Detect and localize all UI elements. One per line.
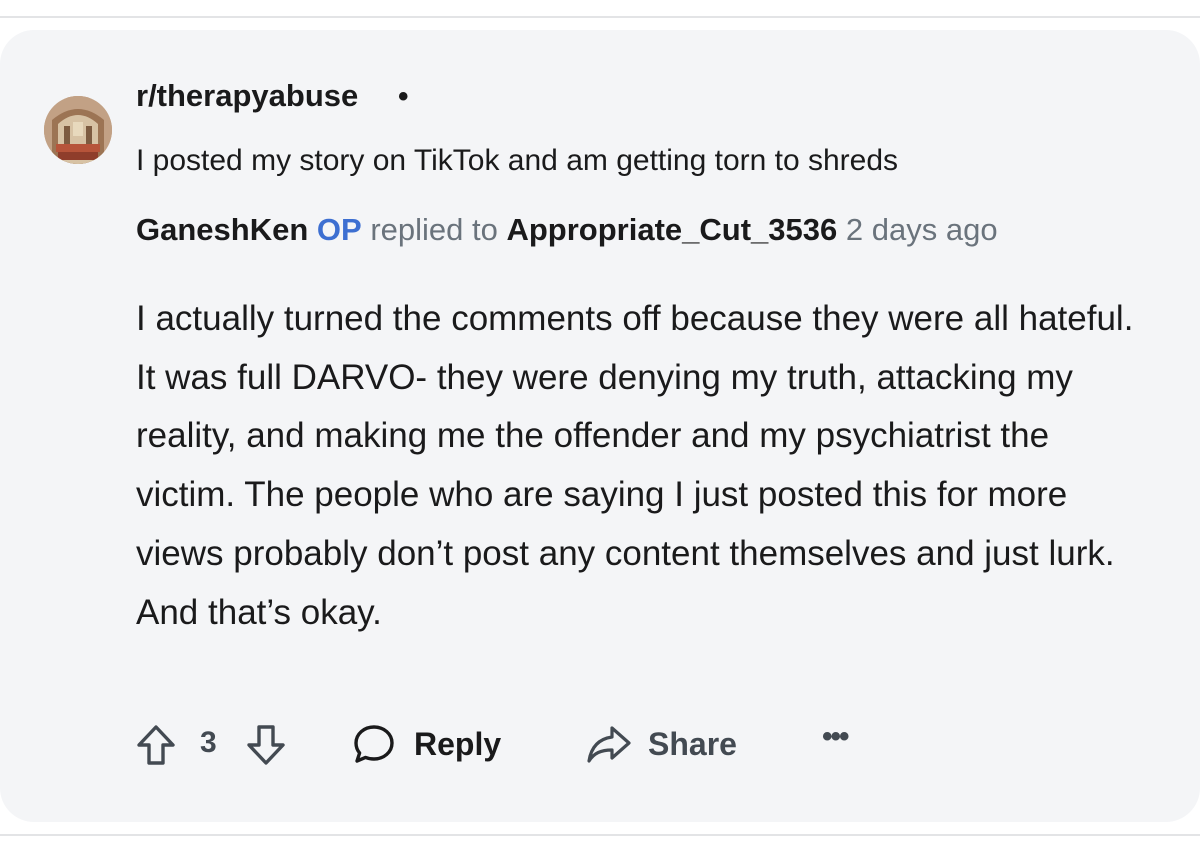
replied-to-label: replied to xyxy=(370,212,498,247)
ellipsis-icon: ••• xyxy=(822,720,849,753)
reply-label: Reply xyxy=(414,725,502,762)
parent-author[interactable]: Appropriate_Cut_3536 xyxy=(506,212,837,247)
upvote-button[interactable] xyxy=(136,724,176,766)
speech-bubble-icon xyxy=(354,725,394,763)
comment-meta: GaneshKen OP replied to Appropriate_Cut_… xyxy=(136,212,998,248)
subreddit-avatar-image xyxy=(44,96,112,164)
upvote-arrow-icon xyxy=(137,725,175,765)
bottom-divider xyxy=(0,834,1200,836)
comment-timestamp: 2 days ago xyxy=(845,212,998,247)
subreddit-avatar[interactable] xyxy=(44,96,112,164)
comment-author[interactable]: GaneshKen xyxy=(136,212,308,247)
downvote-arrow-icon xyxy=(247,725,285,765)
post-title[interactable]: I posted my story on TikTok and am getti… xyxy=(136,144,898,178)
subreddit-name[interactable]: r/therapyabuse xyxy=(136,78,358,114)
share-button[interactable]: Share xyxy=(586,722,737,766)
share-arrow-icon xyxy=(587,726,631,763)
top-divider xyxy=(0,16,1200,18)
share-label: Share xyxy=(648,725,737,762)
vote-count: 3 xyxy=(200,726,217,759)
reply-button[interactable]: Reply xyxy=(352,722,501,766)
comment-body: I actually turned the comments off becau… xyxy=(136,299,1134,632)
more-options-button[interactable]: ••• xyxy=(822,720,849,754)
comment-actions: 3 Reply Share ••• xyxy=(136,716,896,772)
op-badge: OP xyxy=(316,212,362,247)
downvote-button[interactable] xyxy=(246,724,286,766)
separator-dot: • xyxy=(398,80,409,113)
